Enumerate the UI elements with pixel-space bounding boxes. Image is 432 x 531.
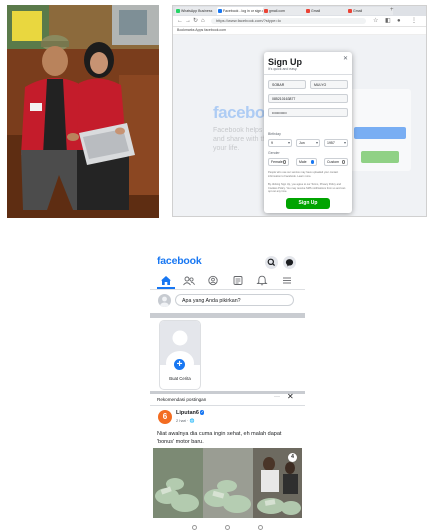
tab-favicon-icon <box>218 9 222 13</box>
post-photo-collage[interactable]: 4 <box>153 448 302 518</box>
bottom-nav-indicator <box>192 525 197 530</box>
verified-badge-icon: ✓ <box>199 410 205 415</box>
facebook-logo: facebook <box>157 255 202 267</box>
create-account-button[interactable] <box>361 151 399 163</box>
reload-icon[interactable]: ↻ <box>193 17 198 25</box>
more-options-icon[interactable]: ··· <box>274 394 280 400</box>
browser-address-bar: ← → ↻ ⌂ https://www.facebook.com/?stype=… <box>173 16 426 27</box>
browser-tab-gmail-1[interactable]: Gmail <box>305 7 351 15</box>
create-story-label: Buat Cerita <box>169 376 191 381</box>
signup-subtitle: It's quick and easy. <box>268 67 298 71</box>
back-icon[interactable]: ← <box>177 17 183 25</box>
profile-icon[interactable]: ● <box>397 17 401 25</box>
birthday-year-select[interactable]: 1957 <box>324 139 348 147</box>
birthday-day-select[interactable]: 9 <box>268 139 292 147</box>
birthday-month-select[interactable]: Jun <box>296 139 320 147</box>
close-icon[interactable]: ✕ <box>287 392 294 401</box>
birthday-label: Birthday <box>268 132 281 136</box>
url-input[interactable]: https://www.facebook.com/?stype=lo <box>211 18 366 24</box>
mobile-or-email-field[interactable]: 085210163877 <box>268 94 348 103</box>
browser-window-facebook-signup: WhatsApp Business Facebook - log in or s… <box>172 5 427 217</box>
menu-icon[interactable] <box>278 274 296 287</box>
whats-on-your-mind-input[interactable]: Apa yang Anda pikirkan? <box>175 294 294 306</box>
browser-menu-icon[interactable]: ⋮ <box>411 17 417 25</box>
browser-tab-whatsapp[interactable]: WhatsApp Business <box>175 7 221 15</box>
contact-upload-notice: People who use our service may have uplo… <box>268 171 339 178</box>
recommended-posts-label: Rekomendasi postingan <box>157 397 207 402</box>
mobile-facebook-feed: facebook Apa yang Anda pikirkan? + Buat … <box>150 248 305 531</box>
photo-people-at-laptop <box>7 5 159 218</box>
tab-favicon-icon <box>306 9 310 13</box>
login-button[interactable] <box>354 127 406 139</box>
forward-icon[interactable]: → <box>185 17 191 25</box>
post-photo <box>153 448 302 518</box>
browser-tab-gmail-2[interactable]: Gmail <box>347 7 393 15</box>
active-tab-indicator <box>157 287 175 289</box>
section-divider <box>150 313 305 318</box>
login-card <box>349 89 411 171</box>
browser-tab-gmail-signin[interactable]: gmail.com <box>263 7 309 15</box>
section-divider <box>150 391 305 394</box>
create-story-card[interactable]: + Buat Cerita <box>159 320 201 390</box>
post-text: Niat awalnya dia cuma ingin sehat, eh ma… <box>157 431 282 445</box>
tab-favicon-icon <box>176 9 180 13</box>
signup-dialog: Sign Up It's quick and easy. ✕ SOBAR MUL… <box>264 52 352 213</box>
gender-custom-radio[interactable]: Custom <box>324 158 348 166</box>
photo-image <box>7 5 159 218</box>
avatar[interactable] <box>158 294 171 307</box>
post-author-name[interactable]: Liputan6 <box>176 410 199 416</box>
radio-selected-icon <box>310 160 314 164</box>
bottom-nav-indicator <box>225 525 230 530</box>
new-tab-icon[interactable]: + <box>390 6 394 14</box>
messenger-icon[interactable] <box>283 256 296 269</box>
extensions-icon[interactable]: ◧ <box>385 17 391 25</box>
gender-label: Gender <box>268 151 280 155</box>
add-story-icon[interactable]: + <box>173 358 186 371</box>
home-icon[interactable] <box>157 274 175 287</box>
post-timestamp[interactable]: 2 hari · 🌐 <box>176 418 195 423</box>
bookmarks-bar[interactable]: Bookmarks Apps facebook.com <box>173 27 426 35</box>
sign-up-button[interactable]: Sign Up <box>286 198 330 209</box>
liputan6-avatar[interactable]: 6 <box>158 410 172 424</box>
home-icon[interactable]: ⌂ <box>201 17 205 25</box>
notifications-icon[interactable] <box>253 274 271 287</box>
news-icon[interactable] <box>229 274 247 287</box>
divider <box>264 74 352 75</box>
gender-female-radio[interactable]: Female <box>268 158 289 166</box>
bottom-nav-indicator <box>258 525 263 530</box>
radio-icon <box>282 160 286 164</box>
tab-favicon-icon <box>264 9 268 13</box>
last-name-field[interactable]: MULYO <box>310 80 348 89</box>
browser-tab-bar: WhatsApp Business Facebook - log in or s… <box>173 6 426 16</box>
gender-male-radio[interactable]: Male <box>296 158 317 166</box>
search-icon[interactable] <box>265 256 278 269</box>
signup-title: Sign Up <box>268 57 302 67</box>
first-name-field[interactable]: SOBAR <box>268 80 306 89</box>
photo-count-badge: 4 <box>288 453 297 462</box>
browser-tab-facebook[interactable]: Facebook - log in or sign up <box>217 7 267 15</box>
post-composer: Apa yang Anda pikirkan? <box>150 290 305 312</box>
close-icon[interactable]: ✕ <box>343 56 348 62</box>
profile-icon[interactable] <box>204 274 222 287</box>
divider <box>150 405 305 406</box>
new-password-field[interactable]: •••••••••••• <box>268 108 348 117</box>
terms-notice: By clicking Sign Up, you agree to our Te… <box>268 183 346 193</box>
radio-icon <box>341 160 345 164</box>
post-author[interactable]: Liputan6 ✓ <box>176 410 205 416</box>
tab-favicon-icon <box>348 9 352 13</box>
friends-icon[interactable] <box>180 274 198 287</box>
bookmark-star-icon[interactable]: ☆ <box>373 17 378 25</box>
